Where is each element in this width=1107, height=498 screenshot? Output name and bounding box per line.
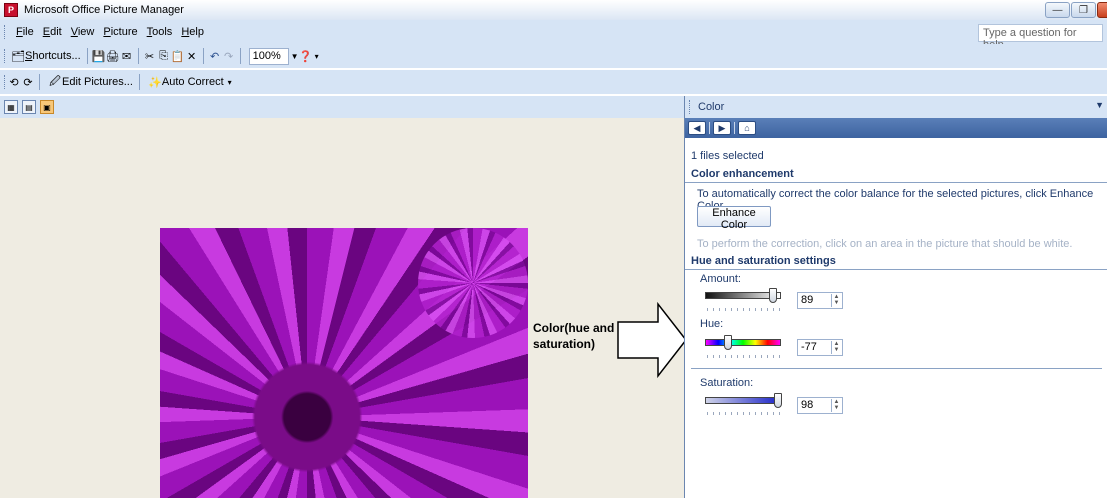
back-icon[interactable]: ◀ <box>688 121 706 135</box>
task-pane-menu-icon[interactable]: ▼ <box>1095 100 1104 110</box>
toolbar-separator <box>239 48 241 64</box>
undo-icon[interactable]: ↶ <box>208 49 222 63</box>
toolbar-separator <box>202 48 204 64</box>
saturation-ticks <box>707 412 781 415</box>
shortcuts-button[interactable]: 🗂 Shortcuts... <box>9 47 83 65</box>
menu-view[interactable]: View <box>71 26 95 38</box>
filmstrip-view-icon[interactable]: ▤ <box>22 100 36 114</box>
minimize-button[interactable]: — <box>1045 2 1070 18</box>
section-divider <box>691 368 1102 369</box>
forward-icon[interactable]: ▶ <box>713 121 731 135</box>
rotate-right-icon[interactable]: ⟳ <box>21 75 35 89</box>
cut-icon[interactable]: ✂ <box>143 49 157 63</box>
rotate-left-icon[interactable]: ⟲ <box>7 75 21 89</box>
hue-slider-track[interactable] <box>705 339 781 346</box>
picture-manager-logo-icon: P <box>4 3 18 17</box>
window-title: Microsoft Office Picture Manager <box>24 4 184 16</box>
menu-picture[interactable]: Picture <box>103 26 137 38</box>
callout-arrow-icon <box>617 301 687 379</box>
zoom-select[interactable]: 100% <box>248 47 289 65</box>
menu-bar: File Edit View Picture Tools Help <box>0 20 1107 44</box>
home-icon[interactable]: ⌂ <box>738 121 756 135</box>
toolbar-separator <box>86 48 88 64</box>
help-icon[interactable]: ❓ <box>299 49 313 63</box>
picture-toolbar: ⟲ ⟳ 🖉 Edit Pictures... ✨ Auto Correct ▾ <box>0 70 1107 94</box>
hue-label: Hue: <box>700 318 724 330</box>
hue-saturation-heading: Hue and saturation settings <box>685 255 1107 270</box>
saturation-slider-thumb[interactable] <box>773 393 782 408</box>
zoom-dropdown-icon[interactable]: ▼ <box>291 52 299 61</box>
saturation-label: Saturation: <box>700 377 754 389</box>
edit-pictures-icon: 🖉 <box>49 75 61 88</box>
shortcuts-icon: 🗂 <box>11 50 25 63</box>
enhance-color-hint: To perform the correction, click on an a… <box>697 238 1073 250</box>
delete-icon[interactable]: ✕ <box>185 49 199 63</box>
title-bar: P Microsoft Office Picture Manager — ❐ <box>0 0 1107 20</box>
saturation-spinner[interactable]: 98 ▲ ▼ <box>797 397 843 414</box>
view-bar: ▦ ▤ ▣ <box>0 96 684 118</box>
amount-spin-arrows-icon[interactable]: ▲ ▼ <box>831 294 841 307</box>
toolbar-separator <box>138 74 140 90</box>
task-pane-grip[interactable] <box>689 100 692 114</box>
toolbar-separator <box>137 48 139 64</box>
save-icon[interactable]: 💾 <box>92 49 106 63</box>
hue-spinner[interactable]: -77 ▲ ▼ <box>797 339 843 356</box>
close-button[interactable] <box>1097 2 1107 18</box>
menu-tools[interactable]: Tools <box>147 26 173 38</box>
toolbar-options-icon[interactable]: ▾ <box>315 52 319 61</box>
restore-button[interactable]: ❐ <box>1071 2 1096 18</box>
color-task-pane: Color ▼ ◀ ▶ ⌂ 1 files selected Color enh… <box>684 96 1107 498</box>
menu-file[interactable]: File <box>16 26 34 38</box>
purple-flower-picture[interactable] <box>160 228 528 498</box>
copy-icon[interactable]: ⎘ <box>157 49 171 63</box>
task-pane-nav: ◀ ▶ ⌂ <box>685 118 1107 138</box>
task-pane-header: Color ▼ <box>685 96 1107 118</box>
saturation-slider-track[interactable] <box>705 397 781 404</box>
toolbar-grip[interactable] <box>4 25 7 39</box>
files-selected-text: 1 files selected <box>691 150 764 162</box>
amount-label: Amount: <box>700 273 741 285</box>
paste-icon[interactable]: 📋 <box>171 49 185 63</box>
hue-slider-thumb[interactable] <box>723 335 732 350</box>
nav-separator <box>709 122 710 134</box>
amount-spinner[interactable]: 89 ▲ ▼ <box>797 292 843 309</box>
standard-toolbar: 🗂 Shortcuts... 💾 🖨 ✉ ✂ ⎘ 📋 ✕ ↶ ↷ 100% ▼ … <box>0 44 1107 68</box>
hue-spin-arrows-icon[interactable]: ▲ ▼ <box>831 341 841 354</box>
auto-correct-icon: ✨ <box>148 76 162 89</box>
amount-slider-thumb[interactable] <box>768 288 777 303</box>
task-pane-title[interactable]: Color <box>698 101 724 113</box>
email-icon[interactable]: ✉ <box>120 49 134 63</box>
hue-ticks <box>707 355 781 358</box>
print-icon[interactable]: 🖨 <box>106 49 120 63</box>
menu-help[interactable]: Help <box>181 26 204 38</box>
nav-separator <box>734 122 735 134</box>
redo-icon[interactable]: ↷ <box>222 49 236 63</box>
single-picture-view-icon[interactable]: ▣ <box>40 100 54 114</box>
auto-correct-button[interactable]: ✨ Auto Correct <box>146 73 226 91</box>
menu-edit[interactable]: Edit <box>43 26 62 38</box>
color-enhancement-heading: Color enhancement <box>685 168 1107 183</box>
saturation-spin-arrows-icon[interactable]: ▲ ▼ <box>831 399 841 412</box>
toolbar-options-icon[interactable]: ▾ <box>228 78 232 87</box>
thumbnail-view-icon[interactable]: ▦ <box>4 100 18 114</box>
enhance-color-button[interactable]: Enhance Color <box>697 206 771 231</box>
toolbar-grip[interactable] <box>4 49 7 63</box>
toolbar-separator <box>39 74 40 90</box>
edit-pictures-button[interactable]: 🖉 Edit Pictures... <box>46 73 135 91</box>
amount-ticks <box>707 308 781 311</box>
flower-petals <box>418 228 528 338</box>
help-search-input[interactable]: Type a question for help <box>978 24 1103 51</box>
picture-canvas <box>0 118 684 498</box>
